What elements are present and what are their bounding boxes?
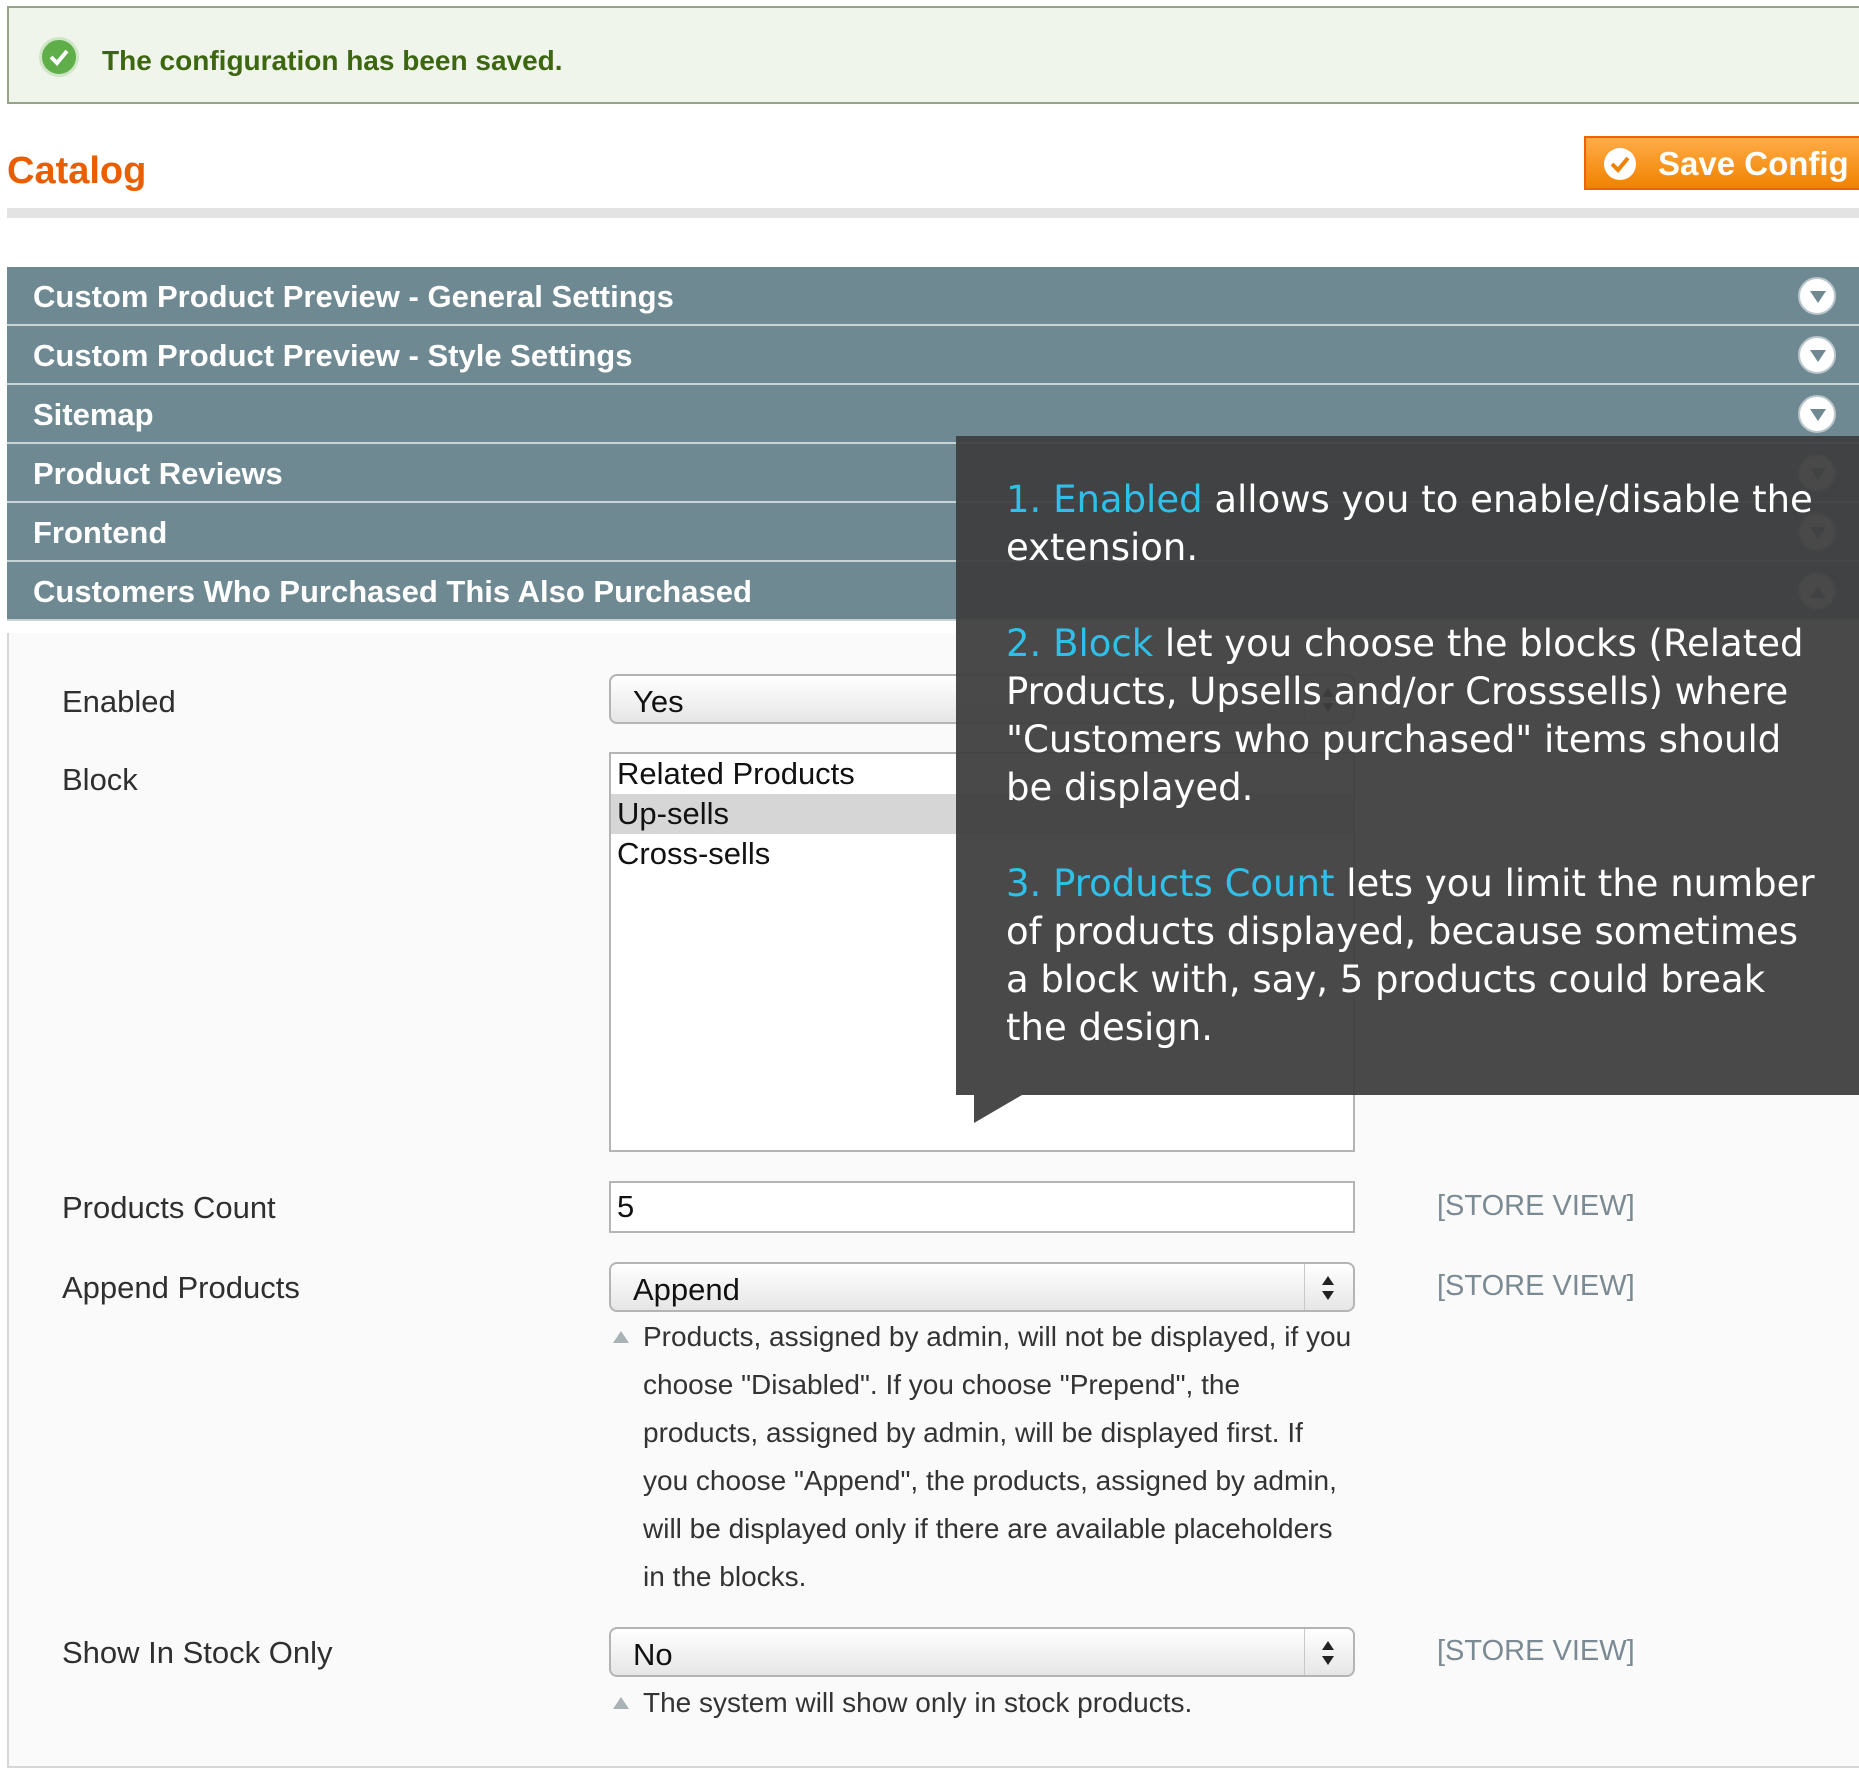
show-in-stock-scope: [STORE VIEW] [1437,1635,1635,1667]
select-arrows-icon [1304,1629,1353,1675]
select-arrows-icon [1304,1264,1353,1310]
section-title: Custom Product Preview - Style Settings [33,338,633,373]
help-tooltip: 1. Enabled allows you to enable/disable … [956,436,1859,1123]
section-title: Sitemap [33,397,154,432]
section-style-settings[interactable]: Custom Product Preview - Style Settings [7,326,1859,385]
check-icon [1604,148,1636,180]
tooltip-highlight: 1. Enabled [1006,478,1203,521]
tooltip-item-enabled: 1. Enabled allows you to enable/disable … [1006,476,1826,572]
section-title: Customers Who Purchased This Also Purcha… [33,574,752,609]
append-products-note: Products, assigned by admin, will not be… [613,1313,1353,1601]
tooltip-item-products-count: 3. Products Count lets you limit the num… [1006,860,1826,1052]
chevron-down-icon[interactable] [1798,336,1836,374]
products-count-input[interactable]: 5 [609,1181,1355,1233]
tooltip-item-block: 2. Block let you choose the blocks (Rela… [1006,620,1826,812]
append-products-label: Append Products [62,1270,300,1305]
show-in-stock-value: No [633,1637,673,1672]
success-message-text: The configuration has been saved. [102,45,563,76]
section-title: Frontend [33,515,168,550]
tooltip-tail [974,1095,1022,1123]
enabled-value: Yes [633,684,684,719]
save-config-button[interactable]: Save Config [1584,136,1859,190]
section-title: Product Reviews [33,456,283,491]
append-products-value: Append [633,1272,740,1307]
note-arrow-icon [613,1331,629,1343]
block-label: Block [62,762,138,797]
enabled-label: Enabled [62,684,176,719]
note-arrow-icon [613,1697,629,1709]
success-check-icon [39,37,79,77]
products-count-label: Products Count [62,1190,276,1225]
chevron-down-icon[interactable] [1798,395,1836,433]
chevron-down-icon[interactable] [1798,277,1836,315]
append-products-scope: [STORE VIEW] [1437,1270,1635,1302]
append-products-note-text: Products, assigned by admin, will not be… [643,1321,1352,1592]
page-title: Catalog [7,150,147,192]
show-in-stock-label: Show In Stock Only [62,1635,333,1670]
show-in-stock-select[interactable]: No [609,1627,1355,1677]
tooltip-highlight: 2. Block [1006,622,1154,665]
show-in-stock-note-text: The system will show only in stock produ… [643,1687,1193,1718]
success-message: The configuration has been saved. [7,6,1859,104]
tooltip-highlight: 3. Products Count [1006,862,1335,905]
save-config-label: Save Config [1658,145,1849,182]
section-general-settings[interactable]: Custom Product Preview - General Setting… [7,267,1859,326]
append-products-select[interactable]: Append [609,1262,1355,1312]
section-title: Custom Product Preview - General Setting… [33,279,674,314]
products-count-scope: [STORE VIEW] [1437,1190,1635,1222]
show-in-stock-note: The system will show only in stock produ… [613,1679,1353,1727]
title-divider [7,208,1859,218]
